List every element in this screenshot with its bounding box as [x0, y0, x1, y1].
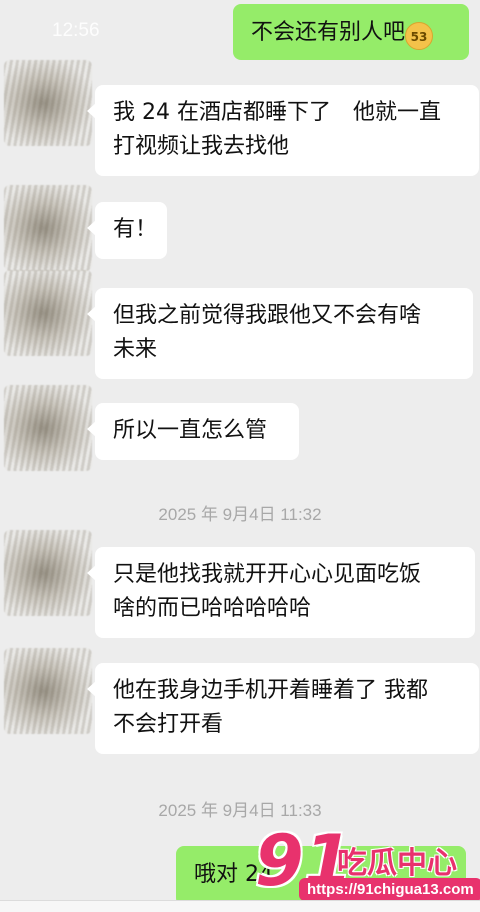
emoji-badge: 53	[405, 22, 433, 50]
message-incoming[interactable]: 但我之前觉得我跟他又不会有啥 未来	[87, 288, 473, 379]
watermark-name: 吃瓜中心	[337, 846, 457, 881]
message-line: 有！	[113, 217, 158, 242]
avatar[interactable]	[4, 185, 92, 271]
message-incoming[interactable]: 只是他找我就开开心心见面吃饭 啥的而已哈哈哈哈哈	[87, 547, 475, 638]
input-bar[interactable]	[0, 900, 480, 912]
avatar[interactable]	[4, 648, 92, 734]
avatar[interactable]	[4, 60, 92, 146]
message-text: 不会还有别人吧	[251, 20, 406, 45]
message-incoming[interactable]: 他在我身边手机开着睡着了 我都 不会打开看	[87, 663, 479, 754]
avatar[interactable]	[4, 530, 92, 616]
message-line: 未来	[113, 337, 158, 362]
watermark-url: https://91chigua13.com	[299, 878, 480, 901]
message-timestamp: 2025 年 9月4日 11:32	[158, 505, 322, 524]
status-time: 12:56	[52, 20, 100, 41]
message-line: 啥的而已哈哈哈哈哈	[113, 596, 312, 621]
avatar[interactable]	[4, 385, 92, 471]
message-line: 打视频让我去找他	[113, 134, 290, 159]
message-line: 他在我身边手机开着睡着了 我都	[113, 678, 428, 703]
message-incoming[interactable]: 所以一直怎么管	[87, 403, 299, 460]
message-line: 但我之前觉得我跟他又不会有啥	[113, 303, 422, 328]
message-line: 所以一直怎么管	[113, 418, 268, 443]
avatar[interactable]	[4, 270, 92, 356]
message-incoming[interactable]: 有！	[87, 202, 167, 259]
message-line: 只是他找我就开开心心见面吃饭	[113, 562, 422, 587]
message-line: 我 24 在酒店都睡下了 他就一直	[113, 100, 441, 125]
message-incoming[interactable]: 我 24 在酒店都睡下了 他就一直 打视频让我去找他	[87, 85, 479, 176]
message-timestamp: 2025 年 9月4日 11:33	[158, 801, 322, 820]
message-line: 不会打开看	[113, 712, 224, 737]
message-outgoing[interactable]: 不会还有别人吧 53	[233, 4, 469, 60]
